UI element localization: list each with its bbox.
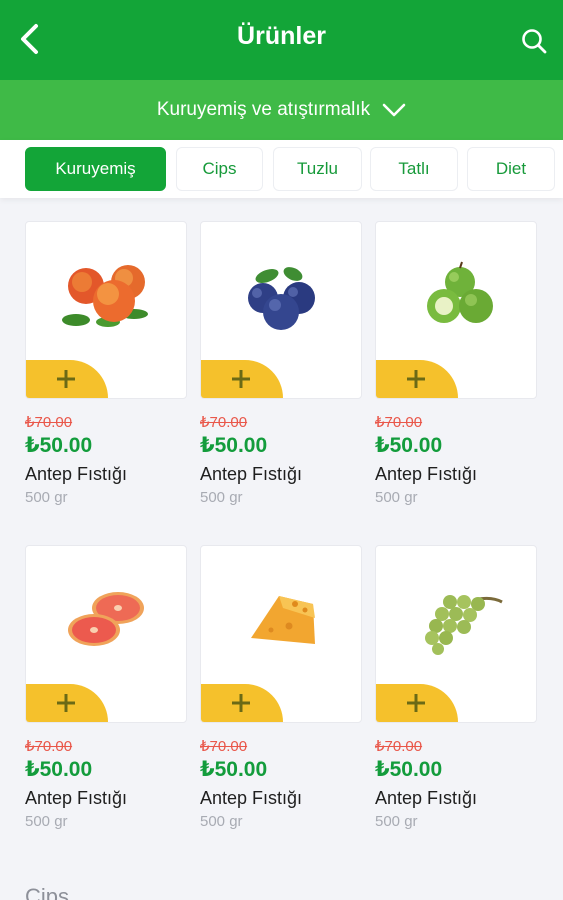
old-price: ₺70.00: [375, 414, 423, 431]
price: ₺50.00: [200, 758, 268, 781]
product-weight: 500 gr: [200, 813, 243, 830]
product-card[interactable]: ₺70.00 ₺50.00 Antep Fıstığı 500 gr: [375, 545, 537, 830]
add-to-cart-button[interactable]: [201, 684, 283, 722]
product-weight: 500 gr: [25, 813, 68, 830]
section-title-cips: Cips: [25, 884, 70, 900]
price: ₺50.00: [25, 758, 93, 781]
tab-tatli[interactable]: Tatlı: [370, 147, 458, 191]
product-weight: 500 gr: [200, 489, 243, 506]
product-image-box[interactable]: [200, 545, 362, 723]
product-image-box[interactable]: [375, 221, 537, 399]
app-header: Ürünler: [0, 0, 563, 80]
product-name[interactable]: Antep Fıstığı: [200, 788, 362, 809]
green-apples-image: [427, 261, 493, 323]
add-to-cart-button[interactable]: [201, 360, 283, 398]
old-price: ₺70.00: [200, 738, 248, 755]
blueberries-image: [248, 267, 315, 330]
product-name[interactable]: Antep Fıstığı: [25, 788, 187, 809]
product-image-box[interactable]: [375, 545, 537, 723]
add-to-cart-button[interactable]: [376, 360, 458, 398]
plus-icon: [232, 370, 250, 388]
product-weight: 500 gr: [375, 489, 418, 506]
price: ₺50.00: [375, 434, 443, 457]
tab-kuruyemis[interactable]: Kuruyemiş: [25, 147, 166, 191]
page-title: Ürünler: [237, 22, 326, 50]
search-icon: [522, 29, 547, 54]
plus-icon: [407, 370, 425, 388]
price: ₺50.00: [375, 758, 443, 781]
product-card[interactable]: ₺70.00 ₺50.00 Antep Fıstığı 500 gr: [200, 221, 362, 506]
plus-icon: [232, 694, 250, 712]
product-card[interactable]: ₺70.00 ₺50.00 Antep Fıstığı 500 gr: [25, 221, 187, 506]
chevron-down-icon: [382, 103, 406, 117]
tab-diet[interactable]: Diet: [467, 147, 555, 191]
old-price: ₺70.00: [200, 414, 248, 431]
product-weight: 500 gr: [25, 489, 68, 506]
cheese-image: [251, 596, 315, 644]
add-to-cart-button[interactable]: [376, 684, 458, 722]
subcategory-tabs: Kuruyemiş Cips Tuzlu Tatlı Diet: [0, 140, 563, 198]
add-to-cart-button[interactable]: [26, 360, 108, 398]
green-grapes-image: [425, 595, 503, 655]
product-name[interactable]: Antep Fıstığı: [375, 464, 537, 485]
grapefruit-image: [68, 592, 144, 646]
add-to-cart-button[interactable]: [26, 684, 108, 722]
product-card[interactable]: ₺70.00 ₺50.00 Antep Fıstığı 500 gr: [375, 221, 537, 506]
product-image-box[interactable]: [25, 221, 187, 399]
category-label: Kuruyemiş ve atıştırmalık: [156, 99, 371, 120]
product-card[interactable]: ₺70.00 ₺50.00 Antep Fıstığı 500 gr: [200, 545, 362, 830]
product-image-box[interactable]: [200, 221, 362, 399]
plus-icon: [407, 694, 425, 712]
category-dropdown[interactable]: Kuruyemiş ve atıştırmalık: [0, 80, 563, 140]
tab-tuzlu[interactable]: Tuzlu: [273, 147, 362, 191]
price: ₺50.00: [25, 434, 93, 457]
price: ₺50.00: [200, 434, 268, 457]
tab-cips[interactable]: Cips: [176, 147, 263, 191]
old-price: ₺70.00: [375, 738, 423, 755]
product-name[interactable]: Antep Fıstığı: [200, 464, 362, 485]
product-image-box[interactable]: [25, 545, 187, 723]
product-weight: 500 gr: [375, 813, 418, 830]
plus-icon: [57, 370, 75, 388]
plus-icon: [57, 694, 75, 712]
product-name[interactable]: Antep Fıstığı: [25, 464, 187, 485]
old-price: ₺70.00: [25, 738, 73, 755]
peaches-image: [62, 265, 148, 327]
old-price: ₺70.00: [25, 414, 73, 431]
product-card[interactable]: ₺70.00 ₺50.00 Antep Fıstığı 500 gr: [25, 545, 187, 830]
search-button[interactable]: [517, 24, 551, 58]
product-name[interactable]: Antep Fıstığı: [375, 788, 537, 809]
